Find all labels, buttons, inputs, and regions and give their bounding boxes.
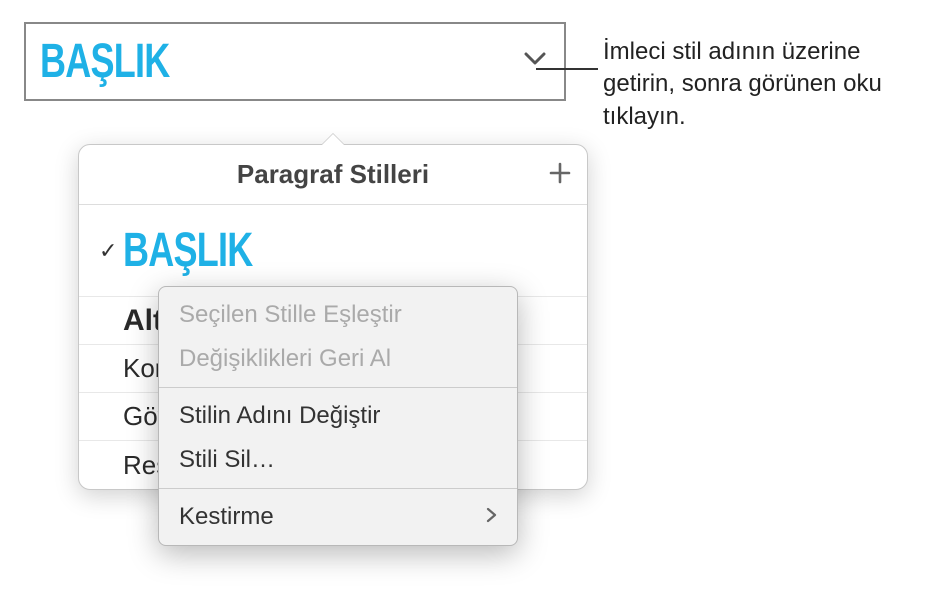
chevron-right-icon [486,507,497,528]
current-style-selector[interactable]: BAŞLIK [26,24,564,99]
menu-item-label: Kestirme [179,503,274,531]
style-context-menu: Seçilen Stille Eşleştir Değişiklikleri G… [158,286,518,546]
menu-rename-style[interactable]: Stilin Adını Değiştir [159,394,517,438]
menu-item-label: Stili Sil… [179,446,275,474]
callout-line [536,68,598,70]
style-row-label: Alt [123,304,163,338]
menu-item-label: Stilin Adını Değiştir [179,402,380,430]
current-style-label: BAŞLIK [40,34,170,89]
menu-item-label: Seçilen Stille Eşleştir [179,301,402,329]
menu-delete-style[interactable]: Stili Sil… [159,438,517,482]
menu-separator [159,488,517,489]
menu-separator [159,387,517,388]
style-row-label: BAŞLIK [123,211,253,290]
plus-icon[interactable] [549,160,571,190]
callout-text: İmleci stil adının üzerine getirin, sonr… [603,36,913,133]
menu-match-selection: Seçilen Stille Eşleştir [159,293,517,337]
menu-shortcut[interactable]: Kestirme [159,495,517,539]
popover-title: Paragraf Stilleri [79,145,587,205]
checkmark-icon: ✓ [99,238,123,264]
menu-revert-changes: Değişiklikleri Geri Al [159,337,517,381]
style-row-baslik[interactable]: ✓ BAŞLIK [79,205,587,297]
menu-item-label: Değişiklikleri Geri Al [179,345,391,373]
styles-panel: BAŞLIK Paragraf Stilleri ✓ BAŞLIK Alt Ko… [24,22,566,101]
popover-title-label: Paragraf Stilleri [237,159,429,190]
